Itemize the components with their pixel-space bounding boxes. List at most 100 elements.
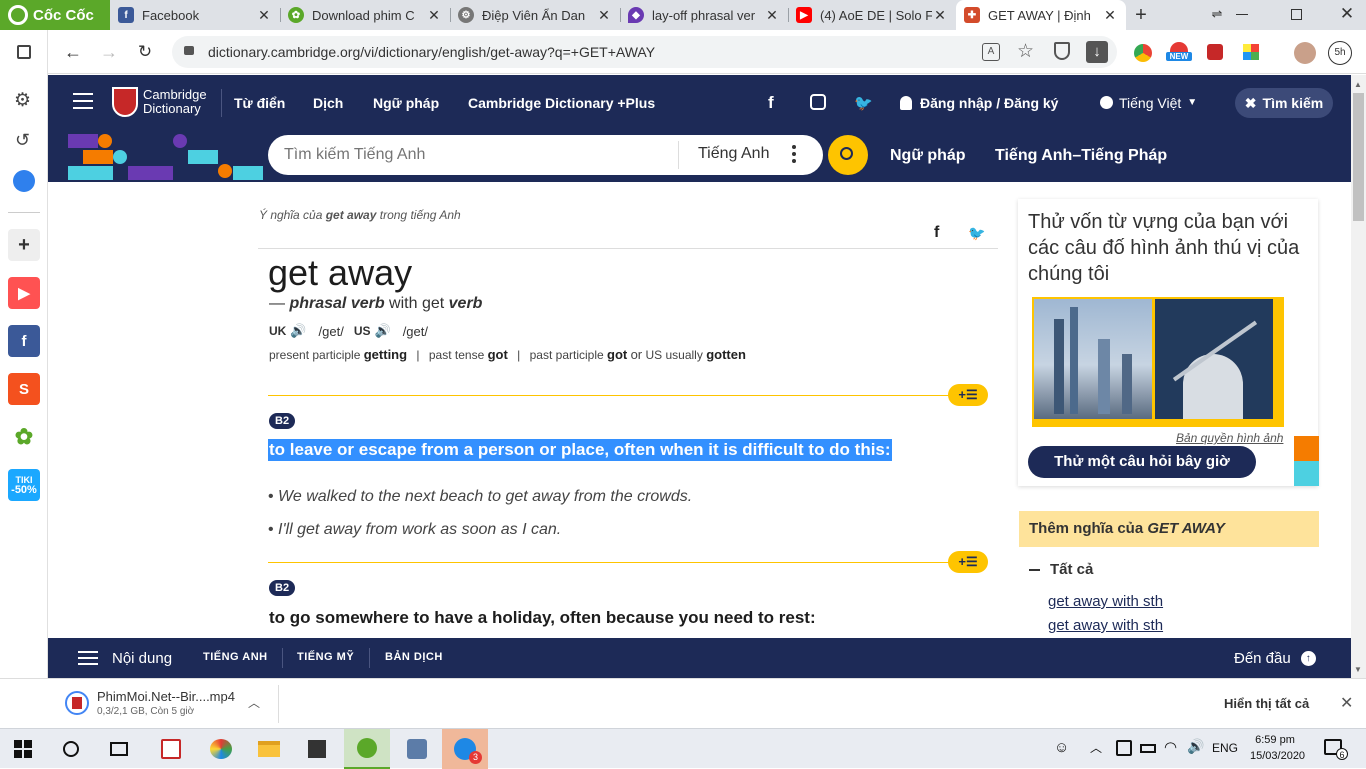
- close-icon[interactable]: ✕: [256, 7, 272, 24]
- search-input[interactable]: [284, 144, 654, 166]
- tray-chevron-up-icon[interactable]: ︿: [1090, 739, 1102, 756]
- download-item[interactable]: PhimMoi.Net--Bir....mp4 0,3/2,1 GB, Còn …: [60, 685, 278, 723]
- reload-icon[interactable]: ↻: [134, 42, 156, 64]
- extension-chrome-icon[interactable]: [1134, 44, 1152, 62]
- forward-icon[interactable]: →: [98, 42, 120, 64]
- search-language-select[interactable]: Tiếng Anh: [698, 145, 769, 163]
- contents-menu[interactable]: Nội dung: [78, 638, 172, 678]
- messenger-icon[interactable]: [13, 170, 35, 192]
- history-icon[interactable]: ↺: [15, 130, 30, 151]
- sub-link-grammar[interactable]: Ngữ pháp: [890, 130, 966, 182]
- sub-link-en-fr[interactable]: Tiếng Anh–Tiếng Pháp: [995, 130, 1167, 182]
- cambridge-logo[interactable]: Cambridge Dictionary: [112, 87, 207, 117]
- scroll-down-icon[interactable]: ▼: [1354, 665, 1362, 674]
- page-scrollbar[interactable]: ▲ ▼: [1351, 75, 1366, 678]
- meaning-link[interactable]: get away with sth: [1048, 593, 1163, 610]
- scroll-thumb[interactable]: [1353, 93, 1364, 221]
- add-to-wordlist-button[interactable]: +☰: [948, 551, 988, 573]
- tab-lay-off[interactable]: ◆ lay-off phrasal ver ✕: [620, 0, 788, 30]
- back-to-top-link[interactable]: Đến đầu ↑: [1234, 638, 1316, 678]
- windmill-image[interactable]: [1155, 299, 1273, 419]
- bottom-tab-american[interactable]: TIẾNG MỸ: [297, 651, 354, 663]
- download-icon[interactable]: ↓: [1086, 41, 1108, 63]
- tab-diep-vien[interactable]: ⚙ Điệp Viên Ẩn Dan ✕: [450, 0, 620, 30]
- zalo-icon[interactable]: 3: [442, 729, 488, 769]
- speaker-icon[interactable]: 🔊: [375, 323, 391, 339]
- shopee-icon[interactable]: S: [8, 373, 40, 405]
- shield-icon[interactable]: [1054, 42, 1070, 60]
- menu-icon[interactable]: [73, 93, 93, 109]
- close-icon[interactable]: ✕: [1340, 693, 1353, 713]
- language-selector[interactable]: Tiếng Việt ▼: [1100, 75, 1197, 130]
- paint-app-icon[interactable]: [198, 729, 244, 769]
- translate-icon[interactable]: A: [982, 43, 1000, 61]
- chevron-up-icon[interactable]: ︿: [248, 694, 260, 711]
- bottom-tab-translation[interactable]: BẢN DỊCH: [385, 651, 443, 663]
- close-icon[interactable]: ✕: [596, 7, 612, 24]
- extension-red-icon[interactable]: [1207, 44, 1223, 60]
- game-app-icon[interactable]: [394, 729, 440, 769]
- calendar-app-icon[interactable]: [148, 729, 194, 769]
- clock[interactable]: 6:59 pm 15/03/2020: [1250, 732, 1305, 764]
- quiz-button[interactable]: Thử một câu hỏi bây giờ: [1028, 446, 1256, 478]
- nav-plus[interactable]: Cambridge Dictionary +Plus: [468, 75, 655, 130]
- speaker-icon[interactable]: 🔊: [290, 323, 306, 339]
- search-toggle-button[interactable]: ✖ Tìm kiếm: [1235, 88, 1333, 118]
- back-icon[interactable]: ←: [62, 42, 84, 64]
- notification-center-icon[interactable]: 6: [1324, 739, 1348, 760]
- address-bar[interactable]: dictionary.cambridge.org/vi/dictionary/e…: [172, 36, 1117, 68]
- share-twitter-icon[interactable]: 🐦: [968, 225, 985, 242]
- more-options-icon[interactable]: [792, 145, 796, 163]
- coccoc-taskbar-icon[interactable]: [344, 729, 390, 769]
- cortana-search-icon[interactable]: [48, 729, 94, 769]
- extension-grid-icon[interactable]: [1243, 44, 1259, 60]
- task-view-icon[interactable]: [96, 729, 142, 769]
- nav-translate[interactable]: Dịch: [313, 75, 343, 130]
- tab-get-away[interactable]: ✚ GET AWAY | Định ✕: [956, 0, 1126, 30]
- all-meanings-toggle[interactable]: Tất cả: [1029, 561, 1093, 578]
- youtube-icon[interactable]: ▶: [8, 277, 40, 309]
- new-tab-button[interactable]: +: [1128, 2, 1154, 28]
- add-panel-button[interactable]: +: [8, 229, 40, 261]
- windows-start-icon[interactable]: [0, 729, 46, 769]
- network-icon[interactable]: ◠: [1164, 738, 1177, 756]
- close-icon[interactable]: ✕: [426, 7, 442, 24]
- coccoc-map-icon[interactable]: ✿: [8, 421, 40, 453]
- show-all-downloads[interactable]: Hiển thị tất cả: [1224, 696, 1309, 711]
- star-icon[interactable]: ☆: [1017, 40, 1034, 63]
- settings-icon[interactable]: ⚙: [14, 89, 31, 112]
- minimize-icon[interactable]: [1236, 14, 1248, 15]
- nav-grammar[interactable]: Ngữ pháp: [373, 75, 439, 130]
- tab-download-phim[interactable]: ✿ Download phim C ✕: [280, 0, 450, 30]
- share-facebook-icon[interactable]: f: [934, 224, 939, 242]
- add-to-wordlist-button[interactable]: +☰: [948, 384, 988, 406]
- close-icon[interactable]: ✕: [1102, 7, 1118, 24]
- sticky-notes-icon[interactable]: [294, 729, 340, 769]
- volume-icon[interactable]: 🔊: [1187, 738, 1204, 755]
- facebook-icon[interactable]: f: [8, 325, 40, 357]
- close-icon[interactable]: ✕: [932, 7, 948, 24]
- sidebar-panel-icon[interactable]: [17, 45, 31, 59]
- extension-new-icon[interactable]: NEW: [1166, 42, 1192, 66]
- meaning-link[interactable]: get away with sth: [1048, 617, 1163, 634]
- image-copyright-link[interactable]: Bản quyền hình ảnh: [1176, 431, 1283, 445]
- login-link[interactable]: Đăng nhập / Đăng ký: [900, 75, 1058, 130]
- instagram-icon[interactable]: [810, 94, 826, 110]
- tray-app-icon[interactable]: [1116, 740, 1132, 756]
- tiki-icon[interactable]: TIKI -50%: [8, 469, 40, 501]
- tab-search-icon[interactable]: ⇌: [1208, 6, 1226, 24]
- nav-dictionary[interactable]: Từ điển: [234, 75, 285, 130]
- bottom-tab-english[interactable]: TIẾNG ANH: [203, 651, 268, 663]
- tab-facebook[interactable]: f Facebook ✕: [110, 0, 280, 30]
- url-text[interactable]: dictionary.cambridge.org/vi/dictionary/e…: [208, 44, 655, 60]
- input-language[interactable]: ENG: [1212, 741, 1238, 755]
- profile-avatar[interactable]: [1294, 42, 1316, 64]
- battery-icon[interactable]: [1140, 744, 1156, 753]
- facebook-icon[interactable]: f: [768, 75, 774, 130]
- scroll-up-icon[interactable]: ▲: [1354, 80, 1362, 89]
- twitter-icon[interactable]: 🐦: [854, 75, 873, 130]
- restore-icon[interactable]: [1291, 9, 1302, 20]
- window-close-icon[interactable]: ✕: [1337, 4, 1357, 24]
- time-badge[interactable]: 5h: [1328, 41, 1352, 65]
- file-explorer-icon[interactable]: [246, 729, 292, 769]
